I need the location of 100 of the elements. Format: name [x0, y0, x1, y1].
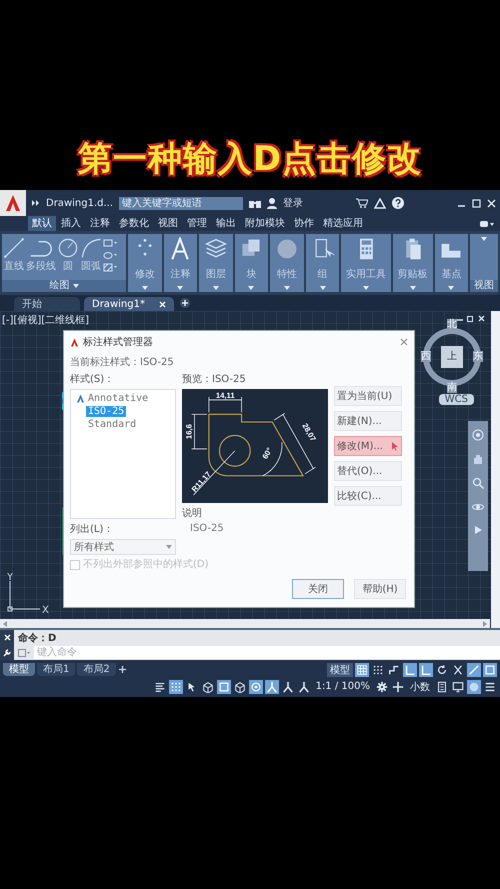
restore-icon[interactable]	[467, 315, 474, 322]
dialog-button[interactable]: 修改(M)...	[334, 436, 402, 456]
gear-icon[interactable]	[375, 680, 389, 694]
new-tab-icon[interactable]	[118, 665, 127, 674]
ribbon-tab[interactable]: 协作	[290, 216, 318, 231]
leader-line	[193, 450, 236, 496]
viewport-label[interactable]: [-][俯视][二维线框]	[2, 313, 90, 327]
ribbon-tab[interactable]: 注释	[86, 216, 114, 231]
file-name: Drawing1.d...	[46, 198, 114, 208]
ribbon-tab[interactable]: 输出	[212, 216, 240, 231]
panel-title: 绘图	[50, 280, 70, 292]
circle-icon[interactable]	[467, 680, 481, 694]
fork-icon[interactable]	[264, 680, 279, 694]
close-button[interactable]: 关闭	[292, 579, 344, 599]
rectangle-icon[interactable]	[103, 239, 117, 248]
dimension-line	[274, 413, 316, 474]
cube-icon[interactable]	[232, 680, 247, 694]
zoom-icon[interactable]	[472, 477, 484, 489]
style-item[interactable]: Standard	[86, 419, 138, 430]
app-logo-icon	[70, 338, 79, 346]
help-button[interactable]: 帮助(H)	[354, 579, 406, 599]
dialog-button[interactable]: 比较(C)...	[334, 486, 402, 506]
caret-icon	[284, 286, 290, 290]
user-icon[interactable]	[267, 198, 278, 208]
slash-icon[interactable]	[467, 662, 481, 676]
line-icon	[3, 237, 25, 259]
caret-icon	[248, 286, 254, 290]
square-icon[interactable]	[483, 662, 497, 676]
caret-icon	[410, 286, 416, 290]
hand-icon[interactable]	[472, 453, 484, 465]
dimension-text: 16,6	[184, 424, 194, 440]
ribbon-tab[interactable]: 视图	[154, 216, 182, 231]
play-icon[interactable]	[473, 525, 483, 535]
ribbon-tab[interactable]: 管理	[183, 216, 211, 231]
dialog-button[interactable]: 替代(O)...	[334, 461, 402, 481]
view-cube-face[interactable]: 上	[447, 351, 457, 362]
dots-icon[interactable]	[168, 680, 183, 694]
vertical-scrollbar[interactable]	[491, 311, 500, 628]
dimension-text: 14,11	[216, 390, 235, 400]
ribbon-tab[interactable]: 插入	[57, 216, 85, 231]
command-history: 命令：D	[17, 632, 56, 644]
corner-icon[interactable]	[403, 662, 417, 676]
preview-label: 预览：ISO-25	[182, 373, 247, 386]
dropdown-icon[interactable]	[18, 648, 30, 656]
binoculars-icon[interactable]	[249, 198, 262, 208]
list-dropdown[interactable]: 所有样式	[70, 539, 176, 555]
cursor-icon	[392, 442, 399, 451]
layout-tab[interactable]: 布局1	[37, 663, 76, 676]
ribbon-tab[interactable]: 参数化	[115, 216, 153, 231]
help-icon[interactable]	[392, 197, 404, 209]
fork-icon[interactable]	[280, 680, 295, 694]
hole-circle	[218, 434, 251, 467]
panel-title: 视图	[474, 280, 494, 292]
layout-tab[interactable]: 模型	[3, 663, 35, 676]
maximize-icon[interactable]	[472, 198, 482, 208]
caret-icon[interactable]	[72, 284, 78, 288]
ellipse-icon[interactable]	[103, 251, 117, 260]
double-arrow-icon[interactable]	[32, 200, 40, 206]
search-field[interactable]: 键入关键字或短语	[119, 196, 244, 210]
ribbon-tab[interactable]: 默认	[28, 216, 56, 231]
caret-icon[interactable]	[481, 237, 488, 241]
caret-icon	[177, 286, 184, 290]
monitor-icon[interactable]	[451, 680, 465, 694]
dialog-button[interactable]: 置为当前(U)	[334, 386, 402, 406]
command-field[interactable]: 键入命令	[34, 646, 500, 659]
calculator-icon[interactable]	[435, 680, 449, 694]
status-text[interactable]: 1:1 / 100%	[312, 681, 373, 692]
caret-icon	[363, 286, 370, 290]
wheel-icon[interactable]	[472, 429, 484, 441]
ucs-menu-button[interactable]: WCS	[438, 394, 474, 405]
panel-toggle-icon[interactable]	[480, 220, 494, 226]
ucs-axes-drawing: Y X	[6, 573, 54, 613]
app-logo-icon[interactable]	[0, 190, 26, 216]
fork-icon[interactable]	[296, 680, 311, 694]
network-icon[interactable]	[374, 198, 386, 208]
wrench-icon[interactable]	[3, 648, 11, 656]
grid-icon[interactable]	[355, 662, 369, 676]
ball-icon	[275, 237, 300, 261]
cross-icon[interactable]	[451, 662, 465, 676]
document-tab[interactable]: Drawing1*	[84, 297, 174, 311]
style-item[interactable]: Annotative	[74, 393, 150, 404]
dialog-button[interactable]: 新建(N)...	[334, 411, 402, 431]
cube-icon[interactable]	[200, 680, 215, 694]
square-icon[interactable]	[216, 680, 231, 694]
plus-icon[interactable]	[391, 680, 405, 694]
caret-icon	[166, 545, 172, 549]
layout-tab[interactable]: 布局2	[77, 663, 116, 676]
ribbon-tab[interactable]: 精选应用	[319, 216, 367, 231]
ribbon-tab[interactable]: 附加模块	[241, 216, 289, 231]
orbit-icon[interactable]	[472, 501, 484, 513]
cart-icon[interactable]	[356, 198, 368, 208]
document-tab[interactable]: 开始	[14, 297, 80, 311]
status-text[interactable]: 小数	[407, 680, 433, 694]
sign-in-link[interactable]: 登录	[283, 196, 304, 210]
target-icon[interactable]	[248, 680, 263, 694]
corner-icon[interactable]	[419, 662, 433, 676]
space-button[interactable]: 模型	[327, 662, 353, 676]
hatch-icon[interactable]	[103, 263, 117, 272]
circle-arrow-icon[interactable]	[435, 662, 449, 676]
description-text: ISO-25	[189, 523, 225, 534]
